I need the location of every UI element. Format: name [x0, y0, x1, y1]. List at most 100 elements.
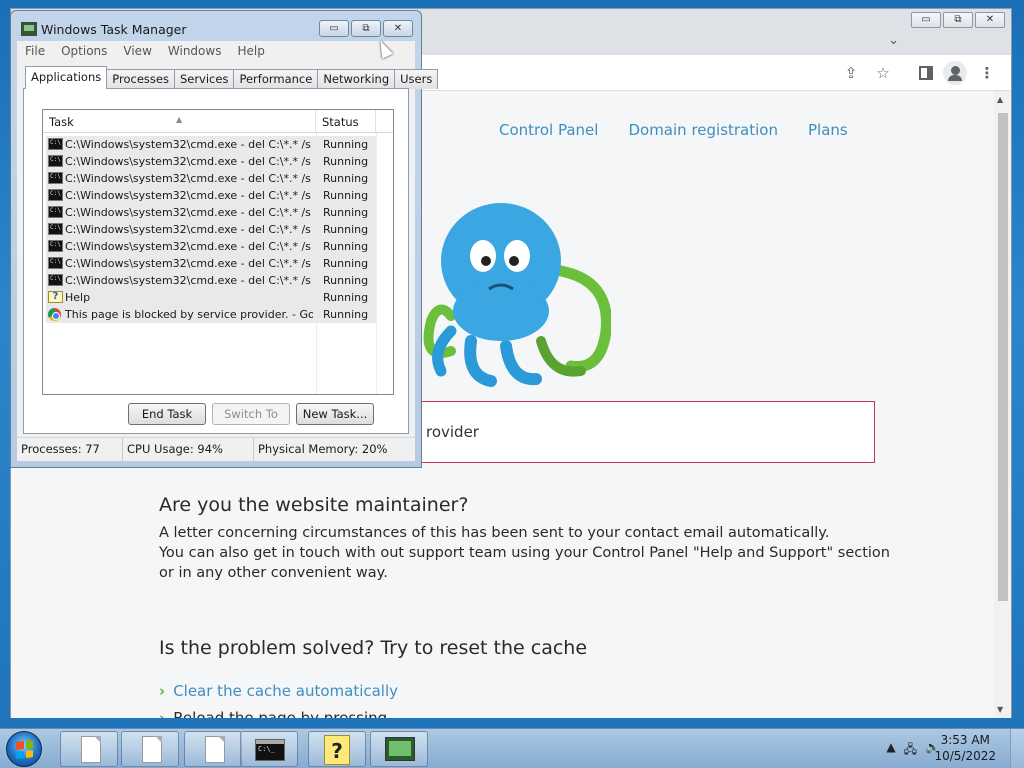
tm-minimize-button[interactable]: ▭ [319, 20, 349, 37]
tab-services[interactable]: Services [173, 69, 235, 89]
column-header-status[interactable]: Status [316, 110, 376, 133]
taskbar-blank-document-3[interactable] [184, 731, 242, 767]
browser-close-button[interactable]: ✕ [975, 12, 1005, 28]
task-row[interactable]: C:\Windows\system32\cmd.exe - del C:\*.*… [46, 187, 376, 204]
task-row[interactable]: C:\Windows\system32\cmd.exe - del C:\*.*… [46, 255, 376, 272]
menu-help[interactable]: Help [237, 44, 264, 58]
help-icon: ? [48, 291, 63, 303]
column-header-task-label: Task [49, 115, 74, 129]
browser-minimize-button[interactable]: ▭ [911, 12, 941, 28]
task-row[interactable]: This page is blocked by service provider… [46, 306, 376, 323]
tm-body: Applications Processes Services Performa… [17, 61, 439, 461]
status-cpu-usage: CPU Usage: 94% [123, 438, 254, 461]
nav-control-panel[interactable]: Control Panel [499, 121, 598, 139]
star-icon[interactable]: ☆ [873, 63, 893, 83]
end-task-button[interactable]: End Task [128, 403, 206, 425]
blocked-notice-text: rovider [426, 423, 479, 441]
task-name: This page is blocked by service provider… [65, 308, 313, 321]
scrollbar-thumb[interactable] [998, 113, 1008, 601]
new-task-button[interactable]: New Task... [296, 403, 374, 425]
status-processes: Processes: 77 [17, 438, 123, 461]
task-row[interactable]: ? Help Running [46, 289, 376, 306]
task-status: Running [323, 308, 369, 321]
task-status: Running [323, 291, 369, 304]
task-name: C:\Windows\system32\cmd.exe - del C:\*.*… [65, 274, 313, 287]
command-prompt-icon [48, 223, 63, 235]
show-hidden-icons-arrow-icon[interactable]: ▲ [886, 740, 895, 761]
status-physical-memory: Physical Memory: 20% [258, 442, 388, 456]
task-name: C:\Windows\system32\cmd.exe - del C:\*.*… [65, 155, 313, 168]
reload-page-text: Reload the page by pressing [173, 709, 388, 718]
chevron-down-icon[interactable]: ⌄ [888, 33, 899, 48]
maintainer-heading: Are you the website maintainer? [159, 494, 469, 516]
clear-cache-item[interactable]: › Clear the cache automatically [159, 682, 398, 700]
task-name: Help [65, 291, 91, 304]
show-desktop-button[interactable] [1010, 729, 1024, 768]
taskbar-blank-document-1[interactable] [60, 731, 118, 767]
scroll-up-arrow-icon[interactable]: ▲ [997, 95, 1003, 104]
taskbar-help-and-support[interactable]: ? [308, 731, 366, 767]
tm-status-bar: Processes: 77 CPU Usage: 94% Physical Me… [17, 437, 415, 461]
network-icon[interactable]: 🖧 [904, 740, 917, 761]
menu-icon[interactable]: ⋮ [977, 63, 997, 83]
system-tray: ▲ 🖧 🔊 [886, 740, 940, 761]
tab-processes[interactable]: Processes [106, 69, 175, 89]
task-manager-window: Windows Task Manager ▭ ⧉ ✕ File Options … [10, 10, 439, 468]
maintainer-line-3: or in any other convenient way. [159, 565, 388, 581]
clear-cache-link[interactable]: Clear the cache automatically [173, 682, 398, 700]
task-row[interactable]: C:\Windows\system32\cmd.exe - del C:\*.*… [46, 136, 376, 153]
tab-users[interactable]: Users [394, 69, 439, 89]
share-icon[interactable]: ⇪ [841, 63, 861, 83]
windows-logo-icon [16, 740, 33, 759]
tab-applications[interactable]: Applications [25, 66, 108, 89]
clock-date: 10/5/2022 [934, 749, 996, 763]
clock-time: 3:53 AM [940, 733, 990, 747]
task-manager-app-icon [21, 22, 37, 36]
menu-options[interactable]: Options [61, 44, 107, 58]
applications-list[interactable]: ▲ Task Status C:\Windows\system32\cmd.ex… [42, 109, 394, 395]
tm-close-button[interactable]: ✕ [383, 20, 413, 37]
task-row[interactable]: C:\Windows\system32\cmd.exe - del C:\*.*… [46, 272, 376, 289]
maintainer-line-1: A letter concerning circumstances of thi… [159, 525, 830, 541]
switch-to-button[interactable]: Switch To [212, 403, 290, 425]
task-manager-icon [385, 737, 415, 761]
taskbar-task-manager[interactable] [370, 731, 428, 767]
document-icon [81, 736, 101, 763]
menu-windows[interactable]: Windows [168, 44, 222, 58]
menu-file[interactable]: File [25, 44, 45, 58]
tm-restore-button[interactable]: ⧉ [351, 20, 381, 37]
column-header-task[interactable]: ▲ Task [43, 110, 316, 133]
octopus-mascot-image [423, 203, 611, 387]
tab-networking[interactable]: Networking [317, 69, 396, 89]
task-name: C:\Windows\system32\cmd.exe - del C:\*.*… [65, 189, 313, 202]
tab-performance[interactable]: Performance [233, 69, 319, 89]
side-panel-icon[interactable] [919, 66, 933, 80]
task-name: C:\Windows\system32\cmd.exe - del C:\*.*… [65, 223, 313, 236]
task-row[interactable]: C:\Windows\system32\cmd.exe - del C:\*.*… [46, 153, 376, 170]
document-icon [142, 736, 162, 763]
nav-plans[interactable]: Plans [808, 121, 848, 139]
task-row[interactable]: C:\Windows\system32\cmd.exe - del C:\*.*… [46, 204, 376, 221]
profile-icon[interactable] [943, 61, 967, 85]
sort-ascending-icon: ▲ [176, 115, 183, 124]
document-icon [205, 736, 225, 763]
clock[interactable]: 3:53 AM 10/5/2022 [934, 732, 996, 764]
start-button[interactable] [6, 731, 42, 767]
taskbar-blank-document-2[interactable] [121, 731, 179, 767]
nav-domain-registration[interactable]: Domain registration [628, 121, 778, 139]
task-status: Running [323, 155, 369, 168]
page-scrollbar[interactable]: ▲ ▼ [994, 91, 1011, 718]
blocked-notice-box: rovider [415, 401, 875, 463]
menu-view[interactable]: View [123, 44, 151, 58]
browser-window-controls: ▭ ⧉ ✕ [909, 12, 1005, 28]
task-name: C:\Windows\system32\cmd.exe - del C:\*.*… [65, 138, 313, 151]
taskbar-command-prompt[interactable] [240, 731, 298, 767]
task-row[interactable]: C:\Windows\system32\cmd.exe - del C:\*.*… [46, 221, 376, 238]
task-row[interactable]: C:\Windows\system32\cmd.exe - del C:\*.*… [46, 170, 376, 187]
task-name: C:\Windows\system32\cmd.exe - del C:\*.*… [65, 257, 313, 270]
browser-restore-button[interactable]: ⧉ [943, 12, 973, 28]
task-status: Running [323, 274, 369, 287]
column-header-status-label: Status [322, 115, 359, 129]
task-row[interactable]: C:\Windows\system32\cmd.exe - del C:\*.*… [46, 238, 376, 255]
scroll-down-arrow-icon[interactable]: ▼ [997, 705, 1003, 714]
